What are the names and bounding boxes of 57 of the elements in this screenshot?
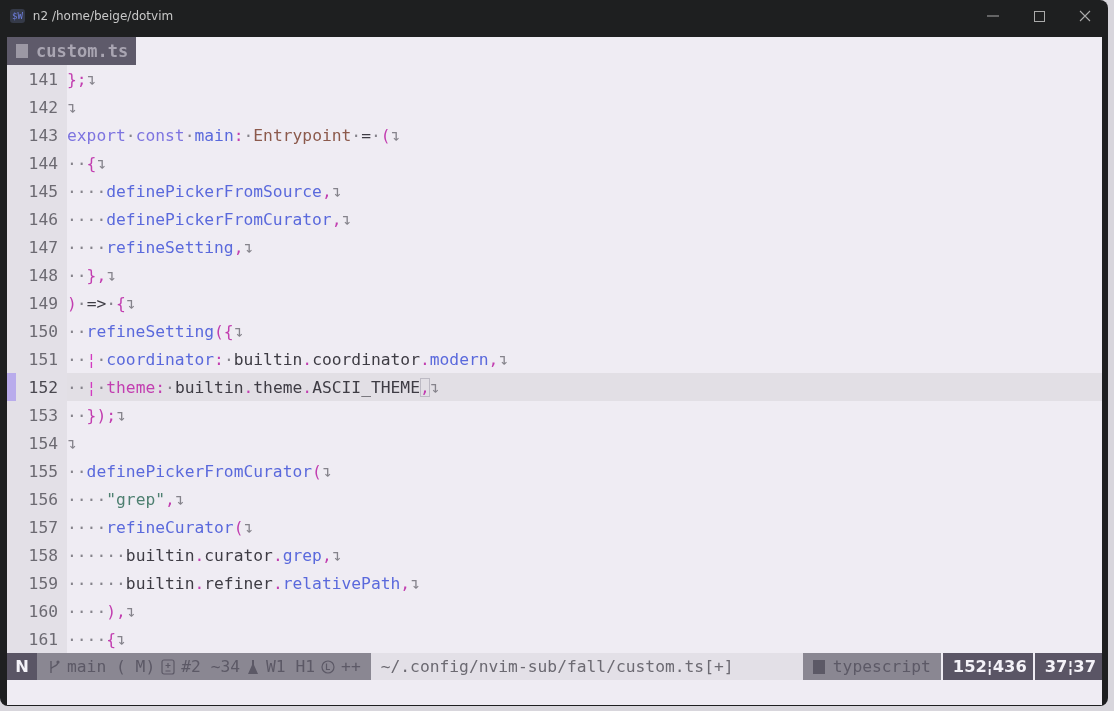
line-number: 148 <box>27 265 59 285</box>
code-line: )·=>·{↴ <box>67 292 137 315</box>
line-number: 144 <box>27 153 59 173</box>
line-number: 161 <box>27 629 59 649</box>
line-number: 147 <box>27 237 59 257</box>
clock-icon <box>321 658 336 675</box>
line-number: 153 <box>27 405 59 425</box>
code-line: ····),↴ <box>67 600 137 623</box>
line-number: 156 <box>27 489 59 509</box>
line-number: 149 <box>27 293 59 313</box>
line-number: 159 <box>27 573 59 593</box>
line-number: 158 <box>27 545 59 565</box>
code-line: ··},↴ <box>67 264 118 287</box>
git-info: ++ <box>341 657 361 676</box>
line-number: 155 <box>27 461 59 481</box>
line-number: 160 <box>27 601 59 621</box>
code-line: ··refineSetting({↴ <box>67 320 245 343</box>
flask-icon <box>246 658 261 675</box>
code-line: ··definePickerFromCurator(↴ <box>67 460 333 483</box>
line-number: 143 <box>27 125 59 145</box>
code-line: ··¦·coordinator:·builtin.coordinator.modern,↴ <box>67 348 510 371</box>
code-line: ······builtin.refiner.relativePath,↴ <box>67 572 421 595</box>
line-number: 145 <box>27 181 59 201</box>
line-position: 152¦436 <box>942 653 1033 680</box>
code-line: ↴ <box>67 96 78 119</box>
maximize-icon <box>1033 10 1045 22</box>
line-number: 152 <box>27 377 59 397</box>
line-number: 151 <box>27 349 59 369</box>
close-icon <box>1079 10 1091 22</box>
code-line: ····refineCurator(↴ <box>67 516 255 539</box>
code-line: export·const·main:·Entrypoint·=·(↴ <box>67 124 402 147</box>
app-icon: $W <box>10 9 25 23</box>
line-number: 157 <box>27 517 59 537</box>
code-line: ··{↴ <box>67 152 108 175</box>
line-number: 150 <box>27 321 59 341</box>
mode-indicator: N <box>7 653 37 680</box>
code-line: ↴ <box>67 432 78 455</box>
code-line: };↴ <box>67 68 98 91</box>
line-number: 141 <box>27 69 59 89</box>
file-icon <box>16 44 28 58</box>
column-position: 37¦37 <box>1034 653 1102 680</box>
file-icon <box>812 659 825 674</box>
code-line: ··});↴ <box>67 404 127 427</box>
code-line: ······builtin.curator.grep,↴ <box>67 544 343 567</box>
code-line: ····refineSetting,↴ <box>67 236 255 259</box>
code-line: ····definePickerFromCurator,↴ <box>67 208 353 231</box>
diff-icon <box>161 658 176 675</box>
file-path: ~/.config/nvim-sub/fall/custom.ts[+] <box>380 657 734 676</box>
file-tab[interactable]: custom.ts <box>7 37 137 65</box>
branch-icon <box>47 658 61 675</box>
code-line: ····definePickerFromSource,↴ <box>67 180 343 203</box>
line-number: 142 <box>27 97 59 117</box>
line-number: 146 <box>27 209 59 229</box>
line-number: 154 <box>27 433 59 453</box>
code-line: ····"grep",↴ <box>67 488 186 511</box>
code-line: ····{↴ <box>67 628 127 651</box>
window-title: n2 /home/beige/dotvim <box>32 9 174 23</box>
